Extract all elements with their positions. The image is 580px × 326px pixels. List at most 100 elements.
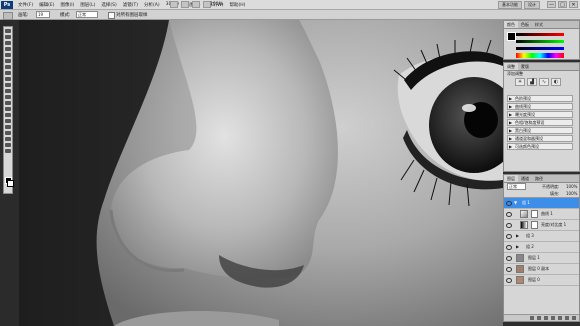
- preset-black-white[interactable]: 黑白预设: [507, 127, 573, 134]
- adjustment-layer-icon[interactable]: [551, 316, 555, 320]
- tab-layers[interactable]: 图层: [504, 175, 518, 182]
- preset-selective-color[interactable]: 可选颜色预设: [507, 143, 573, 150]
- tab-masks[interactable]: 蒙版: [518, 63, 532, 70]
- eye-icon[interactable]: [506, 278, 512, 283]
- blue-slider[interactable]: [516, 47, 564, 50]
- preset-hue-saturation[interactable]: 色相/饱和度预设: [507, 119, 573, 126]
- new-group-icon[interactable]: [558, 316, 562, 320]
- brush-tool-icon[interactable]: [5, 71, 11, 75]
- zoom-tool-icon[interactable]: [5, 149, 11, 153]
- lasso-tool-icon[interactable]: [5, 41, 11, 45]
- menu-bar: Ps 文件(F) 编辑(E) 图像(I) 图层(L) 选择(S) 滤镜(T) 分…: [0, 0, 580, 10]
- eye-icon[interactable]: [506, 201, 512, 206]
- link-icon[interactable]: [530, 316, 534, 320]
- zoom-level[interactable]: 100%: [210, 2, 223, 7]
- tab-adjustments[interactable]: 调整: [504, 63, 518, 70]
- preset-channel-mixer[interactable]: 通道混和器预设: [507, 135, 573, 142]
- blur-tool-icon[interactable]: [5, 101, 11, 105]
- hand-icon[interactable]: [192, 1, 200, 8]
- document-canvas[interactable]: [19, 20, 503, 326]
- menu-select[interactable]: 选择(S): [101, 2, 116, 8]
- pen-tool-icon[interactable]: [5, 113, 11, 117]
- gradient-tool-icon[interactable]: [5, 95, 11, 99]
- bridge-icon[interactable]: [170, 1, 178, 8]
- 3d-rotate-tool-icon[interactable]: [5, 137, 11, 141]
- tool-preset-picker[interactable]: [3, 12, 13, 20]
- mini-bridge-icon[interactable]: [181, 1, 189, 8]
- layer-row[interactable]: ▶ 组 3: [504, 231, 579, 242]
- type-tool-icon[interactable]: [5, 119, 11, 123]
- adjustments-panel-tabs: 调整 蒙版: [504, 63, 579, 71]
- eye-icon[interactable]: [506, 223, 512, 228]
- preset-levels[interactable]: 色阶预设: [507, 95, 573, 102]
- levels-icon[interactable]: ▟: [527, 78, 537, 86]
- path-select-tool-icon[interactable]: [5, 125, 11, 129]
- healing-brush-tool-icon[interactable]: [5, 65, 11, 69]
- menu-analysis[interactable]: 分析(A): [144, 2, 160, 8]
- hand-tool-icon[interactable]: [5, 143, 11, 147]
- curves-icon[interactable]: ∿: [539, 78, 549, 86]
- history-brush-tool-icon[interactable]: [5, 83, 11, 87]
- fx-icon[interactable]: [537, 316, 541, 320]
- crop-tool-icon[interactable]: [5, 53, 11, 57]
- tab-channels[interactable]: 通道: [518, 175, 532, 182]
- layer-row[interactable]: 图层 0 副本: [504, 264, 579, 275]
- background-color-swatch[interactable]: [7, 180, 14, 187]
- green-slider[interactable]: [516, 40, 564, 43]
- layer-row[interactable]: 图层 0: [504, 275, 579, 286]
- layer-thumb: [516, 265, 524, 273]
- layer-row[interactable]: 图层 1: [504, 253, 579, 264]
- workspace-design[interactable]: 设计: [524, 1, 540, 9]
- menu-layer[interactable]: 图层(L): [80, 2, 95, 8]
- eye-icon[interactable]: [506, 256, 512, 261]
- preset-curves[interactable]: 曲线预设: [507, 103, 573, 110]
- tab-paths[interactable]: 路径: [532, 175, 546, 182]
- menu-filter[interactable]: 滤镜(T): [123, 2, 138, 8]
- close-button[interactable]: ✕: [569, 1, 578, 8]
- dodge-tool-icon[interactable]: [5, 107, 11, 111]
- mode-select[interactable]: 正常: [76, 11, 98, 18]
- new-layer-icon[interactable]: [565, 316, 569, 320]
- eraser-tool-icon[interactable]: [5, 89, 11, 93]
- opacity-value[interactable]: 100%: [566, 183, 577, 190]
- shape-tool-icon[interactable]: [5, 131, 11, 135]
- layer-row[interactable]: ▼ 组 1: [504, 198, 579, 209]
- workspace-basic[interactable]: 基本功能: [498, 1, 522, 9]
- tab-styles[interactable]: 样式: [532, 21, 546, 28]
- move-tool-icon[interactable]: [5, 29, 11, 33]
- fill-value[interactable]: 100%: [566, 190, 577, 197]
- marquee-tool-icon[interactable]: [5, 35, 11, 39]
- eye-icon[interactable]: [506, 212, 512, 217]
- eye-icon[interactable]: [506, 267, 512, 272]
- trash-icon[interactable]: [572, 316, 576, 320]
- exposure-icon[interactable]: ◐: [551, 78, 561, 86]
- menu-help[interactable]: 帮助(H): [229, 2, 245, 8]
- menu-edit[interactable]: 编辑(E): [39, 2, 54, 8]
- eyedropper-tool-icon[interactable]: [5, 59, 11, 63]
- eye-icon[interactable]: [506, 245, 512, 250]
- layer-row[interactable]: 曲线 1: [504, 209, 579, 220]
- brightness-contrast-icon[interactable]: ☀: [515, 78, 525, 86]
- red-slider[interactable]: [516, 33, 564, 36]
- sample-all-checkbox[interactable]: [108, 12, 115, 19]
- color-panel: 颜色 色板 样式: [503, 20, 580, 60]
- menu-image[interactable]: 图像(I): [60, 2, 74, 8]
- maximize-button[interactable]: □: [558, 1, 567, 8]
- layer-thumb: [516, 254, 524, 262]
- blend-mode-select[interactable]: 正常: [507, 183, 526, 190]
- layer-row[interactable]: 亮度/对比度 1: [504, 220, 579, 231]
- tab-swatches[interactable]: 色板: [518, 21, 532, 28]
- brush-size-field[interactable]: 19: [36, 11, 50, 18]
- clone-stamp-tool-icon[interactable]: [5, 77, 11, 81]
- mask-icon[interactable]: [544, 316, 548, 320]
- folder-icon: ▶: [516, 244, 520, 249]
- color-ramp[interactable]: [516, 53, 564, 58]
- menu-file[interactable]: 文件(F): [18, 2, 33, 8]
- panel-foreground-swatch[interactable]: [507, 32, 516, 41]
- quick-select-tool-icon[interactable]: [5, 47, 11, 51]
- minimize-button[interactable]: —: [547, 1, 556, 8]
- preset-exposure[interactable]: 曝光度预设: [507, 111, 573, 118]
- layer-row[interactable]: ▶ 组 2: [504, 242, 579, 253]
- tab-color[interactable]: 颜色: [504, 21, 518, 28]
- eye-icon[interactable]: [506, 234, 512, 239]
